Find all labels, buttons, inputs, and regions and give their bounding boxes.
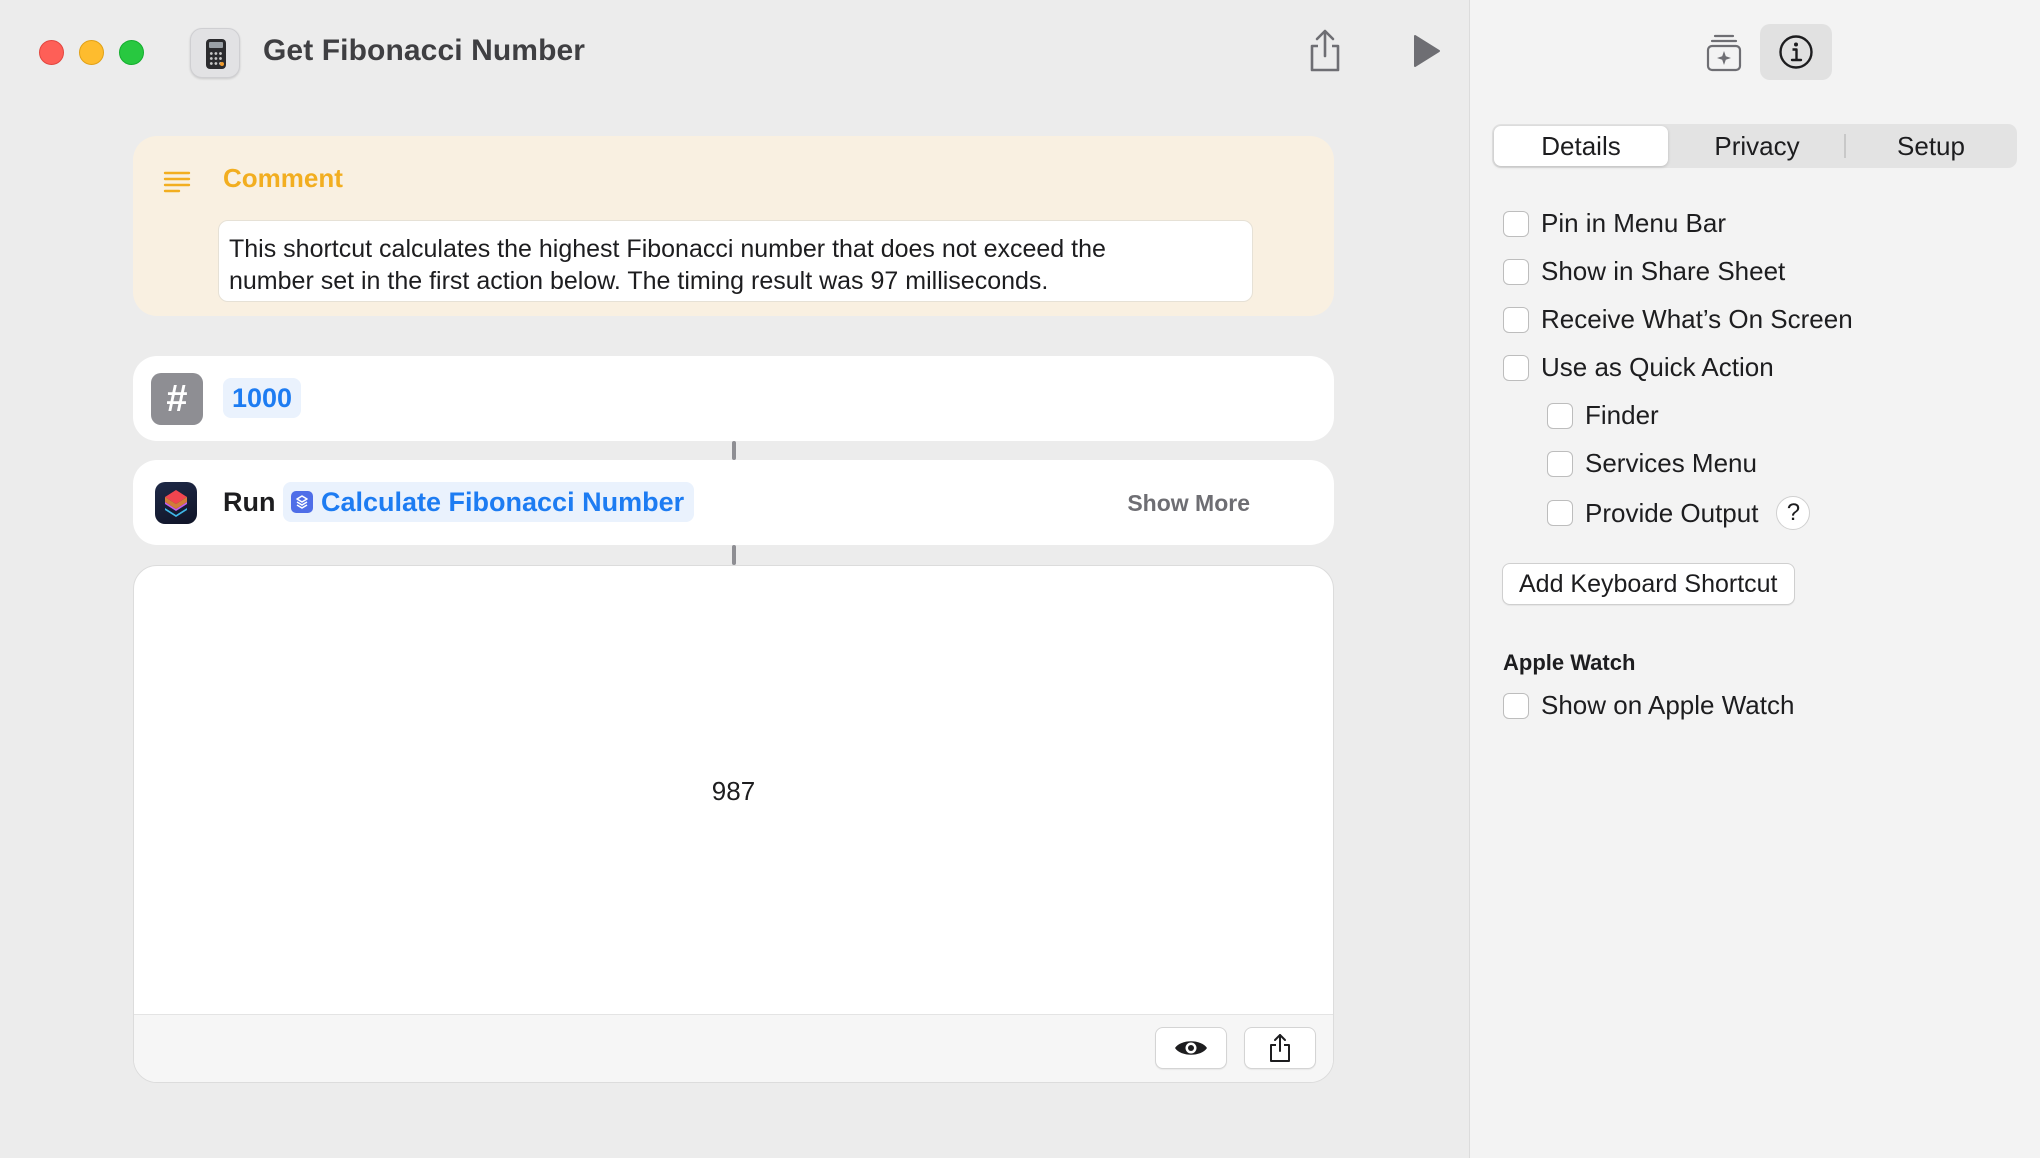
- run-label: Run: [223, 487, 276, 517]
- help-button[interactable]: ?: [1776, 496, 1811, 530]
- shortcut-picker-token[interactable]: Calculate Fibonacci Number: [283, 482, 695, 522]
- show-on-apple-watch-checkbox[interactable]: [1503, 692, 1529, 719]
- receive-whats-on-screen-checkbox[interactable]: [1503, 306, 1529, 333]
- minimize-window-button[interactable]: [79, 40, 104, 65]
- quick-look-button[interactable]: [1155, 1027, 1227, 1069]
- calculator-icon[interactable]: [190, 28, 240, 78]
- provide-output-option[interactable]: Provide Output ?: [1547, 496, 1811, 530]
- add-widget-icon: [1706, 34, 1742, 72]
- result-toolbar: [134, 1014, 1333, 1082]
- action-connector: [732, 545, 736, 565]
- action-connector: [732, 441, 736, 460]
- option-label: Provide Output: [1585, 497, 1759, 528]
- share-icon: [1270, 1034, 1290, 1062]
- tab-privacy[interactable]: Privacy: [1672, 126, 1842, 166]
- comment-action[interactable]: Comment This shortcut calculates the hig…: [133, 136, 1334, 316]
- eye-icon: [1175, 1041, 1207, 1055]
- run-shortcut-action[interactable]: Run Calculate Fibonacci Number Show More: [133, 460, 1334, 545]
- option-label: Receive What’s On Screen: [1541, 304, 1853, 334]
- finder-option[interactable]: Finder: [1547, 400, 1659, 431]
- option-label: Use as Quick Action: [1541, 352, 1774, 382]
- add-keyboard-shortcut-button[interactable]: Add Keyboard Shortcut: [1502, 563, 1795, 605]
- share-icon: [1310, 29, 1340, 72]
- option-label: Finder: [1585, 400, 1659, 430]
- use-as-quick-action-option[interactable]: Use as Quick Action: [1503, 352, 1774, 383]
- share-result-button[interactable]: [1244, 1027, 1316, 1069]
- shortcut-glyph-icon: [291, 491, 313, 513]
- window-title[interactable]: Get Fibonacci Number: [263, 34, 585, 68]
- show-in-share-sheet-checkbox[interactable]: [1503, 258, 1529, 285]
- run-shortcut-button[interactable]: [1406, 30, 1446, 72]
- comment-text-field[interactable]: This shortcut calculates the highest Fib…: [218, 220, 1253, 302]
- info-button[interactable]: [1760, 24, 1832, 80]
- comment-text-line: number set in the first action below. Th…: [229, 267, 1049, 295]
- comment-title: Comment: [223, 163, 343, 193]
- result-value: 987: [711, 776, 756, 806]
- show-on-apple-watch-option[interactable]: Show on Apple Watch: [1503, 690, 1794, 721]
- services-menu-option[interactable]: Services Menu: [1547, 448, 1757, 479]
- close-window-button[interactable]: [39, 40, 64, 65]
- option-label: Services Menu: [1585, 448, 1757, 478]
- editor-pane: Get Fibonacci Number Comment This shortc…: [0, 0, 1469, 1158]
- tab-setup[interactable]: Setup: [1846, 126, 2016, 166]
- services-menu-checkbox[interactable]: [1547, 450, 1573, 477]
- details-sidebar: Details Privacy Setup Pin in Menu Bar Sh…: [1469, 0, 2040, 1158]
- pin-in-menu-bar-option[interactable]: Pin in Menu Bar: [1503, 208, 1726, 239]
- text-lines-icon: [163, 171, 191, 193]
- show-in-share-sheet-option[interactable]: Show in Share Sheet: [1503, 256, 1785, 287]
- add-to-dock-button[interactable]: [1688, 24, 1760, 80]
- shortcut-name: Calculate Fibonacci Number: [321, 486, 685, 517]
- pin-in-menu-bar-checkbox[interactable]: [1503, 210, 1529, 237]
- option-label: Show on Apple Watch: [1541, 690, 1795, 720]
- result-output: 987: [133, 565, 1334, 1083]
- play-icon: [1414, 35, 1440, 67]
- apple-watch-heading: Apple Watch: [1503, 650, 1636, 675]
- receive-whats-on-screen-option[interactable]: Receive What’s On Screen: [1503, 304, 1853, 335]
- show-more-button[interactable]: Show More: [1127, 490, 1250, 517]
- number-action-icon: #: [151, 373, 203, 425]
- comment-text-line: This shortcut calculates the highest Fib…: [229, 235, 1106, 263]
- provide-output-checkbox[interactable]: [1547, 500, 1573, 526]
- shortcuts-app-icon: [155, 482, 197, 524]
- share-button[interactable]: [1304, 28, 1346, 74]
- zoom-window-button[interactable]: [119, 40, 144, 65]
- option-label: Show in Share Sheet: [1541, 256, 1786, 286]
- number-action[interactable]: # 1000: [133, 356, 1334, 441]
- finder-checkbox[interactable]: [1547, 402, 1573, 429]
- number-value-token[interactable]: 1000: [223, 378, 302, 418]
- use-as-quick-action-checkbox[interactable]: [1503, 354, 1529, 381]
- info-icon: [1779, 35, 1813, 69]
- tab-details[interactable]: Details: [1494, 126, 1668, 166]
- sidebar-tabs: Details Privacy Setup: [1492, 124, 2017, 168]
- option-label: Pin in Menu Bar: [1541, 208, 1726, 238]
